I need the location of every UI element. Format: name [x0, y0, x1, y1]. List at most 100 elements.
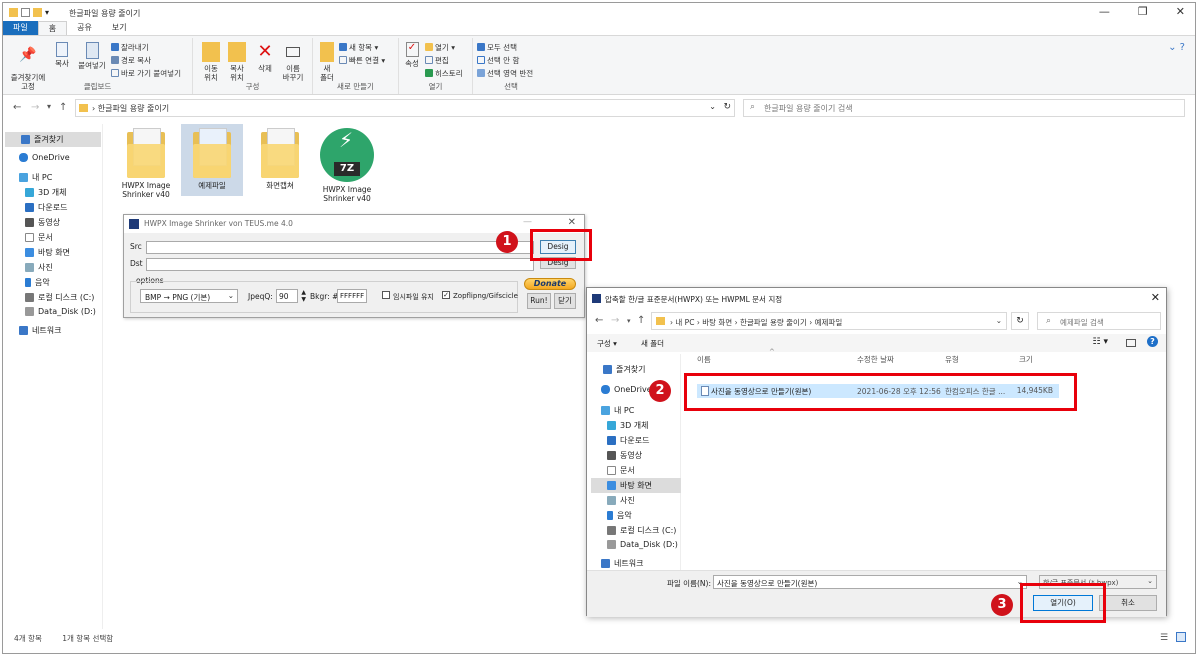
- rename-button[interactable]: 이름 바꾸기: [279, 42, 307, 82]
- nav-videos[interactable]: 동영상: [25, 217, 60, 228]
- copy-to-button[interactable]: 복사 위치: [225, 42, 249, 82]
- nav-data-disk[interactable]: Data_Disk (D:): [25, 307, 96, 316]
- invert-selection-button[interactable]: 선택 영역 반전: [477, 68, 533, 79]
- copy-path-button[interactable]: 경로 복사: [111, 55, 151, 66]
- new-folder-button[interactable]: 새 폴더: [641, 338, 664, 349]
- open-button[interactable]: 열기 ▾: [425, 42, 455, 53]
- nav-documents[interactable]: 문서: [25, 232, 53, 243]
- properties-icon[interactable]: [21, 8, 30, 17]
- close-button[interactable]: ✕: [1176, 5, 1185, 18]
- run-button[interactable]: Run!: [527, 293, 551, 309]
- up-arrow-icon[interactable]: ↑: [637, 315, 645, 326]
- preview-pane-icon[interactable]: [1126, 339, 1136, 347]
- jpeg-quality-stepper[interactable]: 90 ▲ ▼: [276, 289, 306, 303]
- tab-file[interactable]: 파일: [3, 21, 38, 35]
- minimize-button[interactable]: —: [1099, 5, 1110, 18]
- nav-pictures[interactable]: 사진: [25, 262, 53, 273]
- chevron-down-icon[interactable]: ▾: [627, 317, 631, 325]
- delete-button[interactable]: ✕ 삭제: [253, 42, 277, 74]
- nav-this-pc[interactable]: 내 PC: [601, 405, 634, 416]
- dialog-search-input[interactable]: ⌕ 예제파일 검색: [1037, 312, 1161, 330]
- chevron-down-icon[interactable]: ⌄: [996, 316, 1002, 325]
- paste-shortcut-button[interactable]: 바로 가기 붙여넣기: [111, 68, 181, 79]
- forward-arrow-icon[interactable]: →: [611, 315, 619, 326]
- nav-quick-access[interactable]: 즐겨찾기: [5, 132, 101, 147]
- column-header-type[interactable]: 유형: [945, 354, 959, 365]
- nav-quick-access[interactable]: 즐겨찾기: [603, 364, 645, 375]
- nav-pictures[interactable]: 사진: [607, 495, 635, 506]
- details-view-icon[interactable]: ☰: [1160, 633, 1168, 643]
- nav-network[interactable]: 네트워크: [19, 325, 61, 336]
- nav-downloads[interactable]: 다운로드: [25, 202, 67, 213]
- column-header-size[interactable]: 크기: [1019, 354, 1033, 365]
- dialog-address-bar[interactable]: › 내 PC › 바탕 화면 › 한글파일 용량 줄이기 › 예제파일 ⌄: [651, 312, 1007, 330]
- refresh-icon[interactable]: ↻: [723, 102, 731, 112]
- nav-local-disk[interactable]: 로컬 디스크 (C:): [607, 525, 676, 536]
- chevron-down-icon[interactable]: ⌄: [709, 102, 716, 111]
- zopfli-checkbox[interactable]: ✓: [442, 291, 450, 299]
- nav-music[interactable]: 음악: [607, 510, 632, 521]
- large-icons-view-icon[interactable]: [1176, 632, 1186, 642]
- refresh-button[interactable]: ↻: [1011, 312, 1029, 330]
- cut-button[interactable]: 잘라내기: [111, 42, 149, 53]
- nav-music[interactable]: 음악: [25, 277, 50, 288]
- spin-arrows-icon[interactable]: ▲ ▼: [301, 289, 306, 303]
- address-bar[interactable]: › 한글파일 용량 줄이기 ⌄ ↻: [75, 99, 735, 117]
- nav-this-pc[interactable]: 내 PC: [19, 172, 52, 183]
- tab-home[interactable]: 홈: [37, 21, 68, 35]
- tab-share[interactable]: 공유: [67, 21, 102, 35]
- help-icon[interactable]: ⌄ ?: [1168, 42, 1185, 53]
- history-button[interactable]: 히스토리: [425, 68, 463, 79]
- copy-button[interactable]: 복사: [51, 42, 73, 68]
- nav-onedrive[interactable]: OneDrive: [19, 153, 70, 162]
- properties-button[interactable]: ✓ 속성: [403, 42, 421, 68]
- select-all-button[interactable]: 모두 선택: [477, 42, 517, 53]
- dst-input[interactable]: [146, 258, 534, 271]
- view-options-icon[interactable]: ☷ ▾: [1093, 337, 1108, 347]
- move-to-button[interactable]: 이동 위치: [199, 42, 223, 82]
- minimize-icon[interactable]: —: [523, 217, 532, 227]
- nav-network[interactable]: 네트워크: [601, 558, 643, 569]
- help-icon[interactable]: ?: [1147, 336, 1158, 347]
- format-select[interactable]: BMP → PNG (기본) ⌄: [140, 289, 238, 303]
- nav-documents[interactable]: 문서: [607, 465, 635, 476]
- close-icon[interactable]: ✕: [1151, 291, 1160, 304]
- search-input[interactable]: ⌕ 한글파일 용량 줄이기 검색: [743, 99, 1185, 117]
- nav-3d-objects[interactable]: 3D 개체: [607, 420, 649, 431]
- nav-local-disk[interactable]: 로컬 디스크 (C:): [25, 292, 94, 303]
- paste-button[interactable]: 붙여넣기: [77, 42, 107, 70]
- forward-arrow-icon[interactable]: →: [31, 102, 39, 113]
- back-arrow-icon[interactable]: ←: [595, 315, 603, 326]
- src-input[interactable]: [146, 241, 534, 254]
- back-arrow-icon[interactable]: ←: [13, 102, 21, 113]
- tab-view[interactable]: 보기: [102, 21, 137, 35]
- maximize-button[interactable]: ❐: [1138, 5, 1148, 18]
- nav-desktop[interactable]: 바탕 화면: [25, 247, 70, 258]
- column-header-date[interactable]: 수정한 날짜: [857, 354, 894, 365]
- file-item[interactable]: HWPX Image Shrinker v40: [115, 126, 177, 199]
- nav-desktop[interactable]: 바탕 화면: [591, 478, 681, 493]
- file-item[interactable]: ⚡ 7Z HWPX Image Shrinker v40: [316, 126, 378, 206]
- donate-button[interactable]: Donate: [524, 278, 576, 290]
- nav-3d-objects[interactable]: 3D 개체: [25, 187, 67, 198]
- nav-videos[interactable]: 동영상: [607, 450, 642, 461]
- cancel-button[interactable]: 취소: [1099, 595, 1157, 611]
- close-button[interactable]: 닫기: [554, 293, 576, 309]
- filename-input[interactable]: 사진을 동영상으로 만들기(원본) ⌄: [713, 575, 1027, 589]
- column-header-name[interactable]: 이름: [697, 354, 711, 365]
- nav-downloads[interactable]: 다운로드: [607, 435, 649, 446]
- edit-button[interactable]: 편집: [425, 55, 449, 66]
- nav-onedrive[interactable]: OneDrive: [601, 385, 652, 394]
- new-folder-button[interactable]: 새 폴더: [317, 42, 337, 82]
- file-item-selected[interactable]: 예제파일: [181, 124, 243, 196]
- easy-access-button[interactable]: 빠른 연결 ▾: [339, 55, 385, 66]
- up-arrow-icon[interactable]: ↑: [59, 102, 67, 113]
- chevron-down-icon[interactable]: ▾: [45, 8, 49, 17]
- organize-button[interactable]: 구성 ▾: [597, 338, 617, 349]
- select-none-button[interactable]: 선택 안 함: [477, 55, 519, 66]
- close-icon[interactable]: ✕: [568, 217, 576, 228]
- new-item-button[interactable]: 새 항목 ▾: [339, 42, 378, 53]
- nav-data-disk[interactable]: Data_Disk (D:): [607, 540, 678, 549]
- new-folder-icon[interactable]: [33, 8, 42, 17]
- file-item[interactable]: 화면캡쳐: [249, 126, 311, 194]
